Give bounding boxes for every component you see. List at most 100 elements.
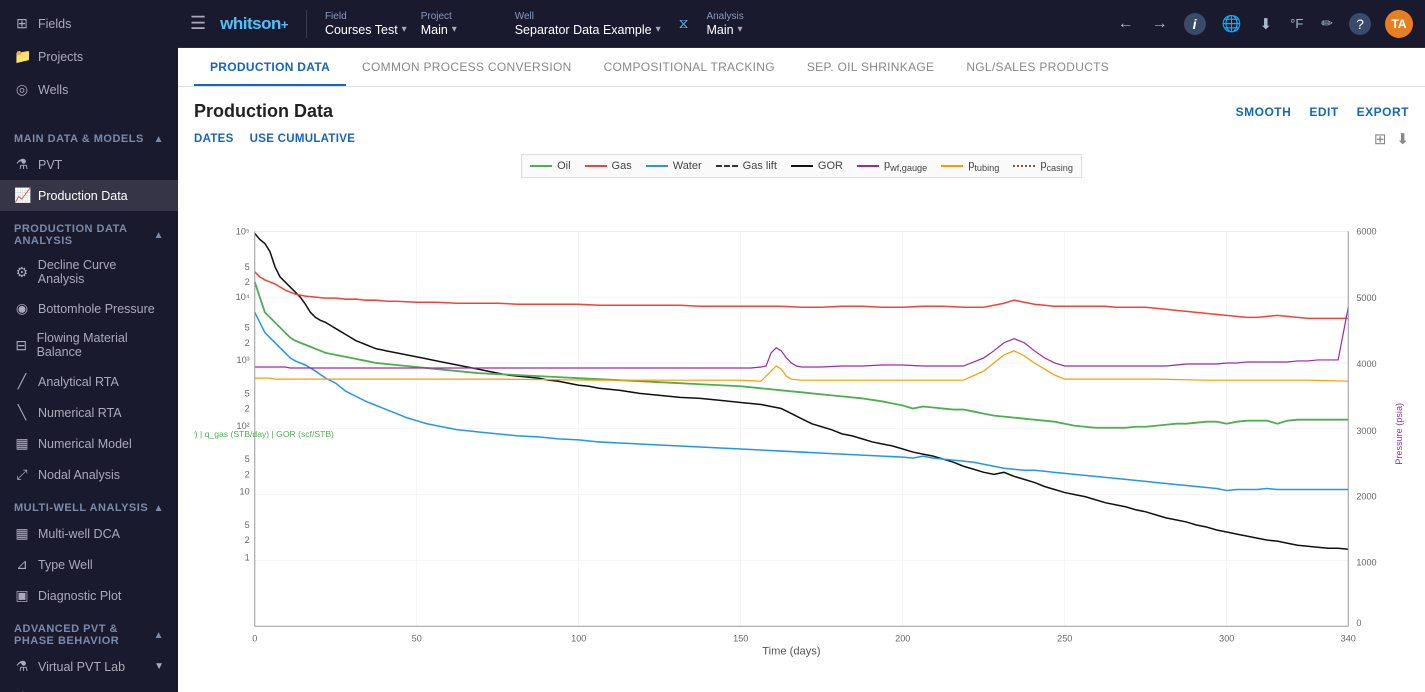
sidebar-item-virtual-pvt[interactable]: ⚗ Virtual PVT Lab ▼ (0, 651, 178, 682)
chart-controls: Dates Use Cumulative ⊞ ⬇ (194, 130, 1409, 148)
section-header-advanced-pvt[interactable]: Advanced PVT & Phase Behavior ▲ (0, 615, 178, 651)
svg-text:2: 2 (245, 535, 250, 545)
download-button[interactable]: ⬇ (1258, 13, 1275, 35)
help-button[interactable]: ? (1349, 13, 1371, 35)
diagnostic-plot-icon: ▣ (14, 587, 30, 604)
sidebar-item-diagnostic-plot[interactable]: ▣ Diagnostic Plot (0, 580, 178, 611)
chevron-up-icon-4: ▲ (154, 630, 164, 641)
flowing-material-icon: ⊟ (14, 337, 29, 354)
field-caret-icon: ▾ (402, 24, 407, 35)
svg-text:5: 5 (245, 454, 250, 464)
field-group-well: Well Separator Data Example ▾ (515, 11, 661, 37)
bottomhole-icon: ◉ (14, 300, 30, 317)
analytical-rta-icon: ╱ (14, 373, 30, 390)
svg-text:2: 2 (245, 338, 250, 348)
back-button[interactable]: ← (1116, 13, 1136, 35)
info-button[interactable]: i (1184, 13, 1206, 35)
chevron-up-icon-3: ▲ (154, 503, 164, 514)
sidebar-item-type-well[interactable]: ⊿ Type Well (0, 549, 178, 580)
legend-oil: Oil (530, 160, 570, 172)
svg-text:0: 0 (252, 634, 257, 644)
field-group-field: Field Courses Test ▾ (325, 11, 407, 37)
type-well-icon: ⊿ (14, 556, 30, 573)
globe-button[interactable]: 🌐 (1220, 12, 1244, 36)
topbar-actions: ← → i 🌐 ⬇ °F ✏ ? TA (1116, 10, 1413, 38)
topbar: ☰ whitson+ Field Courses Test ▾ Project … (178, 0, 1425, 48)
svg-text:1: 1 (245, 553, 250, 563)
sidebar-item-decline-curve[interactable]: ⚙ Decline Curve Analysis (0, 251, 178, 293)
sidebar: ⊞ Fields 📁 Projects ◎ Wells Main Data & … (0, 0, 178, 692)
svg-text:5: 5 (245, 323, 250, 333)
svg-text:5: 5 (245, 389, 250, 399)
project-caret-icon: ▾ (452, 24, 457, 35)
section-header-multi-well[interactable]: Multi-well Analysis ▲ (0, 494, 178, 518)
tab-common-process[interactable]: Common Process Conversion (346, 48, 588, 86)
hamburger-icon[interactable]: ☰ (190, 13, 206, 34)
sidebar-item-gas-eor[interactable]: ⚗ Gas EOR PVT ▼ (0, 682, 178, 692)
chart-container: 10⁵ 5 2 10⁴ 5 2 10³ 5 2 10² 5 2 10 5 2 1… (194, 186, 1409, 692)
legend-pcasing: pcasing (1013, 159, 1073, 173)
sidebar-item-bottomhole[interactable]: ◉ Bottomhole Pressure (0, 293, 178, 324)
svg-text:Pressure (psia): Pressure (psia) (1394, 403, 1404, 465)
pvt-icon: ⚗ (14, 156, 30, 173)
section-header-production-analysis[interactable]: Production Data Analysis ▲ (0, 215, 178, 251)
sidebar-item-fields[interactable]: ⊞ Fields (0, 8, 178, 39)
project-selector[interactable]: Main ▾ (421, 23, 501, 37)
dates-button[interactable]: Dates (194, 133, 234, 145)
field-group-project: Project Main ▾ (421, 11, 501, 37)
wells-icon: ◎ (14, 81, 30, 98)
sidebar-item-projects[interactable]: 📁 Projects (0, 41, 178, 72)
sidebar-item-numerical-rta[interactable]: ╲ Numerical RTA (0, 397, 178, 428)
smooth-button[interactable]: Smooth (1236, 105, 1292, 119)
tab-sep-oil[interactable]: Sep. Oil Shrinkage (791, 48, 950, 86)
svg-text:150: 150 (733, 634, 748, 644)
svg-text:10³: 10³ (237, 355, 250, 365)
tab-ngl-sales[interactable]: NGL/Sales Products (950, 48, 1125, 86)
sidebar-item-flowing-material[interactable]: ⊟ Flowing Material Balance (0, 324, 178, 366)
svg-text:2: 2 (245, 404, 250, 414)
field-selector[interactable]: Courses Test ▾ (325, 23, 407, 37)
analysis-selector[interactable]: Main ▾ (706, 23, 786, 37)
tab-compositional[interactable]: Compositional Tracking (588, 48, 791, 86)
svg-text:3000: 3000 (1356, 426, 1376, 436)
analysis-caret-icon: ▾ (738, 24, 743, 35)
avatar[interactable]: TA (1385, 10, 1413, 38)
sidebar-item-pvt[interactable]: ⚗ PVT (0, 149, 178, 180)
logo: whitson+ (220, 14, 288, 34)
sidebar-item-numerical-model[interactable]: ▦ Numerical Model (0, 428, 178, 459)
use-cumulative-button[interactable]: Use Cumulative (250, 133, 356, 145)
production-chart: 10⁵ 5 2 10⁴ 5 2 10³ 5 2 10² 5 2 10 5 2 1… (194, 186, 1409, 692)
section-header-main-data[interactable]: Main Data & Models ▲ (0, 125, 178, 149)
topbar-divider-1 (306, 10, 307, 38)
export-button[interactable]: Export (1357, 105, 1409, 119)
sidebar-item-analytical-rta[interactable]: ╱ Analytical RTA (0, 366, 178, 397)
edit-topbar-button[interactable]: ✏ (1319, 13, 1335, 34)
temp-button[interactable]: °F (1288, 14, 1305, 33)
legend-gas: Gas (585, 160, 632, 172)
svg-text:0: 0 (1356, 618, 1361, 628)
legend-ptubing: ptubing (941, 159, 999, 173)
tab-production-data[interactable]: Production Data (194, 48, 346, 86)
content-area: Production Data Smooth Edit Export Dates… (178, 87, 1425, 692)
sidebar-item-wells[interactable]: ◎ Wells (0, 74, 178, 105)
svg-text:5: 5 (245, 262, 250, 272)
edit-button[interactable]: Edit (1309, 105, 1338, 119)
svg-text:100: 100 (571, 634, 586, 644)
sidebar-item-nodal-analysis[interactable]: ⤢ Nodal Analysis (0, 459, 178, 490)
download-chart-button[interactable]: ⬇ (1396, 130, 1409, 148)
chart-legend: Oil Gas Water Gas lift GOR (521, 154, 1082, 178)
svg-text:5: 5 (245, 520, 250, 530)
expand-chart-button[interactable]: ⊞ (1374, 130, 1387, 148)
legend-water: Water (646, 160, 702, 172)
chevron-up-icon-2: ▲ (154, 230, 164, 241)
svg-text:50: 50 (412, 634, 422, 644)
svg-text:340: 340 (1341, 634, 1356, 644)
svg-text:250: 250 (1057, 634, 1072, 644)
svg-text:q_o (STB/day) | q_g (Mscf/day): q_o (STB/day) | q_g (Mscf/day) | q_gas (… (194, 429, 334, 439)
svg-text:2: 2 (245, 470, 250, 480)
sidebar-item-multi-well-dca[interactable]: ▦ Multi-well DCA (0, 518, 178, 549)
well-selector[interactable]: Separator Data Example ▾ (515, 23, 661, 37)
virtual-pvt-icon: ⚗ (14, 658, 30, 675)
sidebar-item-production-data[interactable]: 📈 Production Data (0, 180, 178, 211)
forward-button[interactable]: → (1150, 13, 1170, 35)
